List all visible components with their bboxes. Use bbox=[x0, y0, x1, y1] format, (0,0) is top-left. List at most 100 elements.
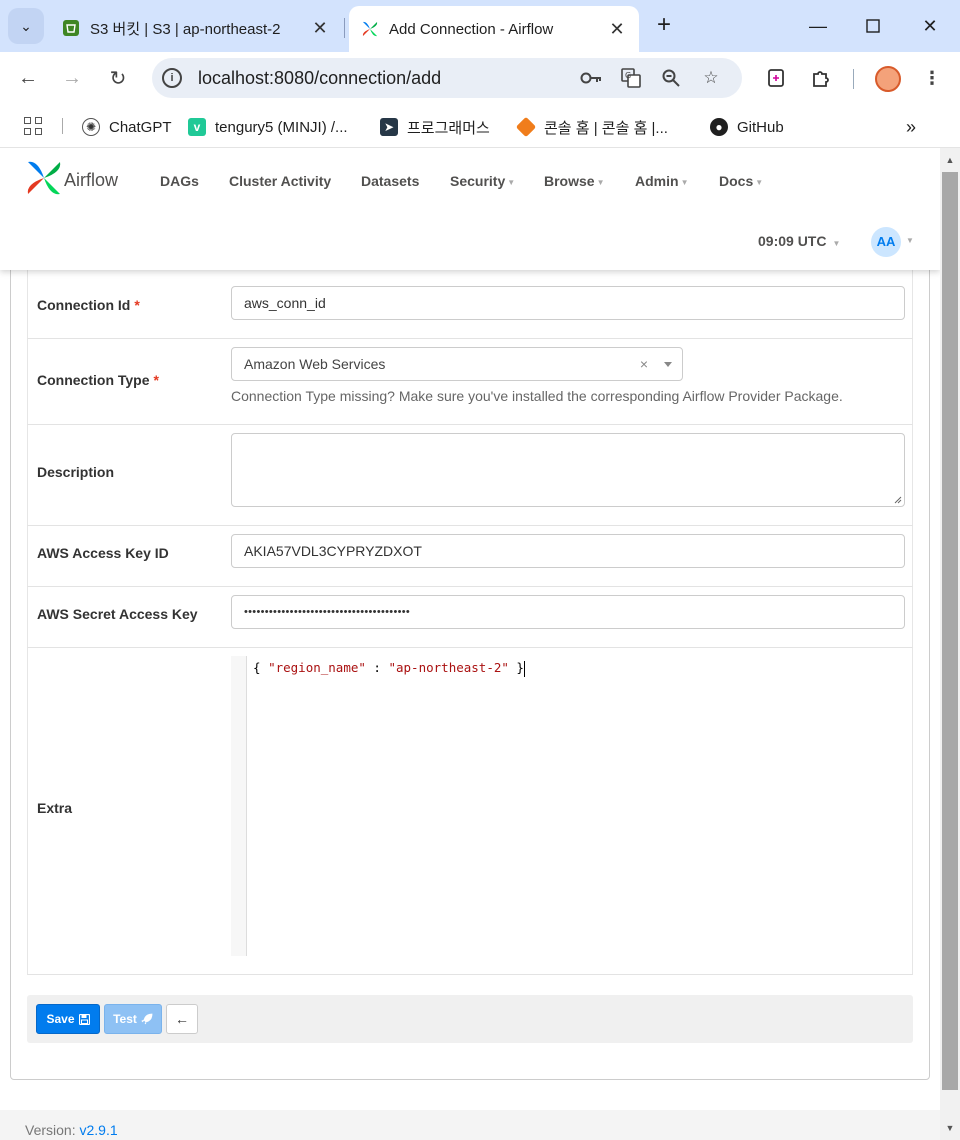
version-link[interactable]: v2.9.1 bbox=[79, 1122, 117, 1138]
reading-list-icon[interactable] bbox=[764, 66, 788, 90]
label-text: Connection Type bbox=[37, 372, 150, 388]
timezone-clock[interactable]: 09:09 UTC ▼ bbox=[758, 233, 840, 249]
browser-tab-bar: ⌄ S3 버킷 | S3 | ap-northeast-2 ✕ Add Conn… bbox=[0, 0, 960, 52]
bookmark-github[interactable]: ● GitHub bbox=[710, 116, 784, 138]
programmers-icon: ➤ bbox=[380, 118, 398, 136]
nav-dags[interactable]: DAGs bbox=[160, 173, 199, 189]
nav-security[interactable]: Security ▼ bbox=[450, 173, 515, 189]
tab-add-connection[interactable]: Add Connection - Airflow ✕ bbox=[349, 6, 639, 52]
profile-avatar-icon[interactable] bbox=[875, 66, 901, 92]
tab-s3-bucket[interactable]: S3 버킷 | S3 | ap-northeast-2 ✕ bbox=[50, 8, 342, 48]
save-button[interactable]: Save bbox=[36, 1004, 100, 1034]
url-text[interactable]: localhost:8080/connection/add bbox=[198, 68, 441, 89]
text-cursor bbox=[523, 660, 525, 677]
connection-type-select[interactable]: Amazon Web Services × bbox=[231, 347, 683, 381]
translate-icon[interactable]: G bbox=[620, 67, 642, 89]
bookmark-programmers[interactable]: ➤ 프로그래머스 bbox=[380, 116, 490, 138]
caret-down-icon: ▼ bbox=[832, 239, 841, 248]
key-icon[interactable] bbox=[580, 67, 602, 89]
bookmark-label: tengury5 (MINJI) /... bbox=[215, 118, 348, 136]
caret-down-icon: ▼ bbox=[680, 177, 689, 187]
velog-icon: v bbox=[188, 118, 206, 136]
back-button[interactable]: ← bbox=[166, 1004, 198, 1034]
bookmark-velog[interactable]: v tengury5 (MINJI) /... bbox=[188, 116, 348, 138]
tab-title: Add Connection - Airflow bbox=[389, 20, 554, 38]
more-menu-icon[interactable]: ⋮ bbox=[920, 66, 944, 90]
github-icon: ● bbox=[710, 118, 728, 136]
nav-cluster-activity[interactable]: Cluster Activity bbox=[229, 173, 331, 189]
clock-text: 09:09 UTC bbox=[758, 233, 827, 249]
test-button[interactable]: Test bbox=[104, 1004, 162, 1034]
version-info: Version: v2.9.1 bbox=[25, 1122, 118, 1138]
airflow-brand[interactable]: Airflow bbox=[64, 170, 118, 191]
button-label: Test bbox=[113, 1012, 137, 1026]
row-aws-secret-access-key: AWS Secret Access Key ••••••••••••••••••… bbox=[27, 587, 913, 648]
extra-json-line[interactable]: { "region_name" : "ap-northeast-2" } bbox=[253, 660, 525, 677]
site-info-icon[interactable]: i bbox=[162, 68, 182, 88]
minimize-window-icon[interactable]: — bbox=[804, 12, 832, 40]
scrollbar-thumb[interactable] bbox=[942, 172, 958, 1090]
connection-type-help: Connection Type missing? Make sure you'v… bbox=[231, 388, 843, 404]
resize-handle-icon[interactable] bbox=[893, 495, 902, 504]
zoom-icon[interactable] bbox=[660, 67, 682, 89]
dropdown-arrow-icon[interactable] bbox=[664, 362, 672, 367]
code-key: "region_name" bbox=[268, 660, 366, 675]
row-aws-access-key-id: AWS Access Key ID AKIA57VDL3CYPRYZDXOT bbox=[27, 526, 913, 587]
bookmark-aws-console[interactable]: 콘솔 홈 | 콘솔 홈 |... bbox=[515, 116, 668, 138]
description-textarea[interactable] bbox=[231, 433, 905, 507]
extra-code-editor[interactable]: { "region_name" : "ap-northeast-2" } bbox=[231, 656, 905, 956]
address-bar[interactable]: i localhost:8080/connection/add G ☆ bbox=[152, 58, 742, 98]
airflow-navbar: Airflow DAGs Cluster Activity Datasets S… bbox=[0, 148, 940, 270]
scroll-down-icon[interactable]: ▼ bbox=[940, 1118, 960, 1138]
nav-label: Browse bbox=[544, 173, 595, 189]
browser-toolbar: ← → ↻ i localhost:8080/connection/add G … bbox=[0, 52, 960, 104]
airflow-pinwheel-icon bbox=[362, 21, 378, 37]
form-actions: Save Test ← bbox=[27, 995, 913, 1043]
aws-access-key-id-input[interactable]: AKIA57VDL3CYPRYZDXOT bbox=[231, 534, 905, 568]
aws-secret-access-key-input[interactable]: •••••••••••••••••••••••••••••••••••••••• bbox=[231, 595, 905, 629]
aws-secret-access-key-label: AWS Secret Access Key bbox=[37, 606, 198, 622]
tab-search-button[interactable]: ⌄ bbox=[8, 8, 44, 44]
required-mark: * bbox=[153, 372, 159, 388]
maximize-window-icon[interactable] bbox=[859, 12, 887, 40]
nav-datasets[interactable]: Datasets bbox=[361, 173, 419, 189]
row-description: Description bbox=[27, 425, 913, 526]
close-tab-icon[interactable]: ✕ bbox=[310, 18, 330, 39]
more-bookmarks-icon[interactable]: » bbox=[906, 116, 916, 138]
chatgpt-icon: ✺ bbox=[82, 118, 100, 136]
clear-selection-icon[interactable]: × bbox=[640, 348, 648, 380]
page-footer: Version: v2.9.1 bbox=[0, 1110, 940, 1140]
reload-icon[interactable]: ↻ bbox=[104, 64, 132, 92]
nav-docs[interactable]: Docs ▼ bbox=[719, 173, 763, 189]
extensions-puzzle-icon[interactable] bbox=[808, 66, 832, 90]
close-tab-icon[interactable]: ✕ bbox=[607, 19, 627, 40]
back-arrow-icon[interactable]: ← bbox=[14, 64, 42, 92]
rocket-icon bbox=[141, 1013, 153, 1025]
nav-admin[interactable]: Admin ▼ bbox=[635, 173, 688, 189]
user-avatar[interactable]: AA bbox=[871, 227, 901, 257]
bookmark-chatgpt[interactable]: ✺ ChatGPT bbox=[82, 116, 172, 138]
aws-s3-icon bbox=[63, 20, 79, 36]
nav-browse[interactable]: Browse ▼ bbox=[544, 173, 605, 189]
floppy-disk-icon bbox=[78, 1013, 90, 1025]
connection-id-label: Connection Id * bbox=[37, 297, 140, 313]
nav-label: Security bbox=[450, 173, 506, 189]
code-brace: { bbox=[253, 660, 269, 675]
row-connection-id: Connection Id * aws_conn_id bbox=[27, 270, 913, 339]
connection-id-input[interactable]: aws_conn_id bbox=[231, 286, 905, 320]
nav-label: Datasets bbox=[361, 173, 420, 189]
nav-label: Admin bbox=[635, 173, 679, 189]
nav-label: Cluster Activity bbox=[229, 173, 332, 189]
apps-grid-icon[interactable] bbox=[24, 117, 42, 135]
scroll-up-icon[interactable]: ▲ bbox=[940, 150, 960, 170]
toolbar-divider bbox=[853, 69, 854, 89]
close-window-icon[interactable]: ✕ bbox=[916, 12, 944, 40]
tab-separator bbox=[344, 18, 345, 38]
bookmark-star-icon[interactable]: ☆ bbox=[700, 67, 722, 89]
code-value: "ap-northeast-2" bbox=[388, 660, 509, 675]
forward-arrow-icon[interactable]: → bbox=[58, 64, 86, 92]
caret-down-icon[interactable]: ▼ bbox=[906, 236, 914, 245]
airflow-logo-icon[interactable] bbox=[24, 158, 64, 198]
new-tab-button[interactable]: + bbox=[650, 12, 678, 40]
bookmark-label: 콘솔 홈 | 콘솔 홈 |... bbox=[544, 119, 668, 137]
